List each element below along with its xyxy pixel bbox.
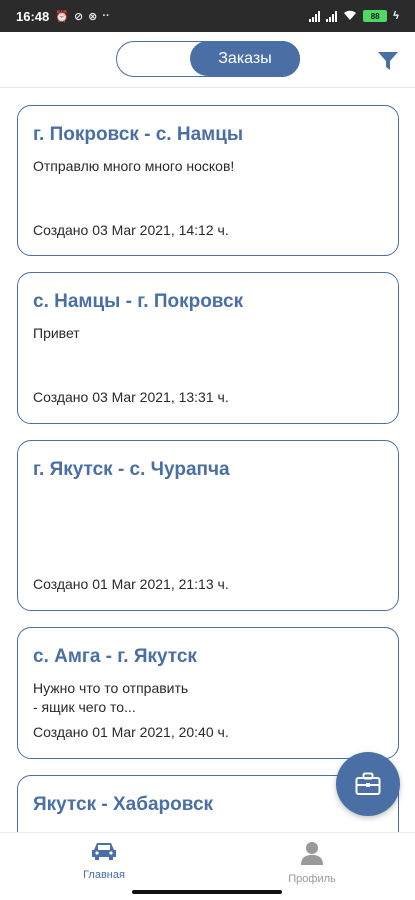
order-description: Привет (33, 325, 80, 341)
segment-control: Заказы (116, 41, 300, 77)
nav-profile[interactable]: Профиль (252, 841, 372, 885)
user-icon (301, 842, 323, 865)
order-created: Создано 03 Mar 2021, 14:12 ч. (33, 222, 229, 238)
order-card[interactable]: г. Покровск - с. Намцы Отправлю много мн… (17, 105, 399, 256)
alarm-icon: ⏰ (55, 10, 69, 23)
signal-2-icon (326, 10, 338, 22)
status-bar: 16:48 ⏰ ⊘ ⊗ ·· 88 ϟ (0, 0, 415, 32)
nav-profile-label: Профиль (288, 873, 336, 885)
status-left: 16:48 ⏰ ⊘ ⊗ ·· (16, 9, 110, 24)
signal-icon (309, 10, 321, 22)
filter-icon (378, 52, 398, 70)
briefcase-icon (355, 772, 381, 795)
nav-home-label: Главная (83, 869, 125, 881)
order-card[interactable]: с. Намцы - г. Покровск Привет Создано 03… (17, 272, 399, 424)
dots-icon: ·· (102, 9, 110, 22)
order-title: с. Намцы - г. Покровск (33, 291, 244, 312)
order-description: Отправлю много много носков! (33, 158, 235, 174)
order-created: Создано 01 Mar 2021, 20:40 ч. (33, 724, 229, 740)
sync-icon: ⊗ (88, 10, 98, 23)
status-right: 88 ϟ (309, 9, 399, 24)
create-order-button[interactable] (336, 752, 400, 816)
orders-list[interactable]: г. Покровск - с. Намцы Отправлю много мн… (0, 88, 415, 832)
order-title: г. Покровск - с. Намцы (33, 124, 244, 145)
order-title: Якутск - Хабаровск (33, 794, 214, 815)
status-time: 16:48 (16, 8, 50, 24)
battery-icon: 88 (363, 10, 388, 22)
nav-home[interactable]: Главная (44, 841, 164, 881)
mute-icon: ⊘ (73, 10, 84, 23)
order-title: г. Якутск - с. Чурапча (33, 459, 230, 480)
order-created: Создано 03 Mar 2021, 13:31 ч. (33, 389, 229, 405)
notification-icons: ⏰ ⊘ ⊗ ·· (55, 10, 109, 23)
battery-level: 88 (370, 11, 380, 21)
segment-tab-left[interactable] (117, 42, 191, 75)
order-title: с. Амга - г. Якутск (33, 646, 197, 667)
order-card[interactable]: с. Амга - г. Якутск Нужно что то отправи… (17, 627, 399, 759)
order-card[interactable]: г. Якутск - с. Чурапча Создано 01 Mar 20… (17, 440, 399, 611)
filter-button[interactable] (377, 50, 399, 72)
home-indicator[interactable] (132, 890, 282, 894)
order-description: Нужно что то отправить - ящик чего то... (33, 680, 189, 715)
segment-tab-orders[interactable]: Заказы (190, 41, 300, 76)
header: Заказы (0, 32, 415, 88)
wifi-icon (343, 9, 357, 24)
car-icon (92, 843, 116, 860)
charging-icon: ϟ (393, 10, 399, 22)
order-created: Создано 01 Mar 2021, 21:13 ч. (33, 576, 229, 592)
